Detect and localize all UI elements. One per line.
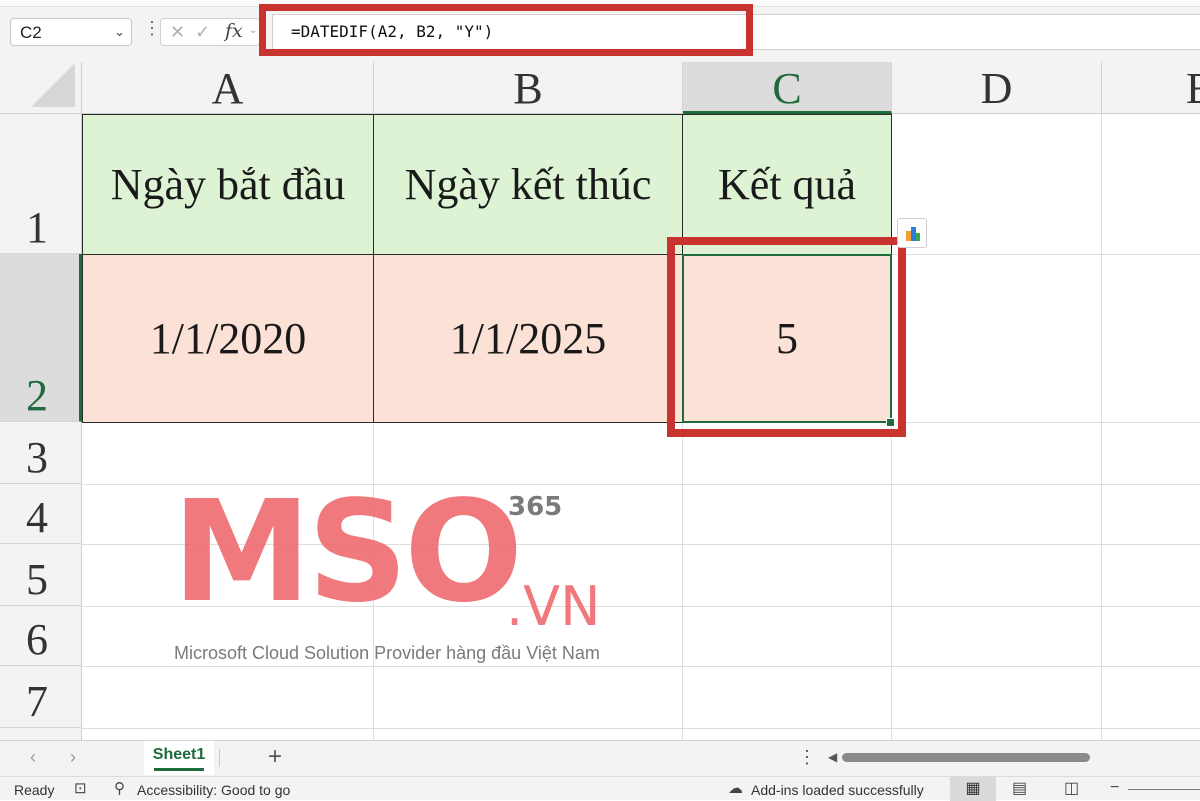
row-number: 4 bbox=[26, 493, 48, 542]
status-ready: Ready bbox=[14, 782, 55, 798]
row-number: 6 bbox=[26, 615, 48, 664]
enter-check-icon[interactable]: ✓ bbox=[195, 22, 210, 43]
row-number: 7 bbox=[26, 677, 48, 726]
row-header-1[interactable]: 1 bbox=[0, 114, 82, 254]
horizontal-scrollbar[interactable] bbox=[842, 753, 1200, 762]
select-all-triangle-icon bbox=[31, 63, 75, 107]
scroll-left-icon[interactable]: ◀ bbox=[828, 750, 837, 764]
column-header-c[interactable]: C bbox=[683, 62, 892, 114]
watermark-tagline: Microsoft Cloud Solution Provider hàng đ… bbox=[174, 643, 600, 663]
chevron-right-icon[interactable]: › bbox=[70, 747, 76, 768]
addins-icon: ☁ bbox=[728, 780, 743, 797]
row-number: 3 bbox=[26, 433, 48, 482]
watermark-logo: MSO bbox=[172, 471, 523, 634]
gridline bbox=[82, 728, 1200, 729]
row-header-5[interactable]: 5 bbox=[0, 544, 82, 606]
active-tab-indicator bbox=[154, 768, 204, 771]
gridline bbox=[82, 666, 1200, 667]
row-header-6[interactable]: 6 bbox=[0, 606, 82, 666]
row-number: 2 bbox=[26, 371, 48, 420]
column-header-d[interactable]: D bbox=[892, 62, 1102, 114]
name-box[interactable]: C2 ⌄ bbox=[10, 18, 132, 46]
gridline bbox=[1101, 114, 1102, 740]
row-header-2[interactable]: 2 bbox=[0, 254, 82, 422]
cell-a1[interactable]: Ngày bắt đầu bbox=[82, 114, 374, 255]
zoom-out-button[interactable]: − bbox=[1110, 777, 1119, 799]
addins-status: Add-ins loaded successfully bbox=[751, 782, 924, 798]
accessibility-icon[interactable]: ⚲ bbox=[114, 779, 125, 797]
tab-label: Sheet1 bbox=[152, 746, 206, 763]
watermark-domain: .VN bbox=[506, 575, 601, 638]
row-header-7[interactable]: 7 bbox=[0, 666, 82, 728]
watermark-number: 365 bbox=[508, 492, 563, 522]
divider bbox=[219, 749, 220, 767]
more-options-icon[interactable]: ⋮ bbox=[798, 747, 816, 768]
row-number: 1 bbox=[26, 203, 48, 252]
scrollbar-thumb[interactable] bbox=[842, 753, 1090, 762]
accessibility-status[interactable]: Accessibility: Good to go bbox=[137, 782, 290, 798]
cancel-icon[interactable]: ✕ bbox=[170, 22, 185, 43]
column-header-a[interactable]: A bbox=[82, 62, 374, 114]
quick-analysis-button[interactable] bbox=[897, 218, 927, 248]
formula-bar: C2 ⌄ ⋮ ✕ ✓ fx ⌄ =DATEDIF(A2, B2, "Y") bbox=[0, 0, 1200, 63]
page-break-view-button[interactable]: ◫ bbox=[1064, 777, 1079, 801]
row-header-3[interactable]: 3 bbox=[0, 422, 82, 484]
cell-c1[interactable]: Kết quả bbox=[682, 114, 892, 255]
row-number: 5 bbox=[26, 555, 48, 604]
chevron-down-icon[interactable]: ⌄ bbox=[114, 24, 125, 40]
cell-b1[interactable]: Ngày kết thúc bbox=[373, 114, 683, 255]
add-sheet-button[interactable]: + bbox=[268, 743, 282, 771]
name-box-value: C2 bbox=[20, 23, 42, 42]
sheet-tab-bar: ‹ › Sheet1 + ⋮ ◀ bbox=[0, 740, 1200, 776]
worksheet-grid[interactable]: A B C D E 1 2 3 4 5 6 7 Ngày bắt đầu Ngà… bbox=[0, 62, 1200, 740]
chevron-left-icon[interactable]: ‹ bbox=[30, 747, 36, 768]
zoom-slider[interactable] bbox=[1128, 789, 1200, 790]
page-layout-view-button[interactable]: ▤ bbox=[1012, 777, 1027, 801]
cell-b2[interactable]: 1/1/2025 bbox=[373, 254, 683, 423]
macro-recorder-icon[interactable]: ⊡ bbox=[74, 779, 87, 797]
select-all-button[interactable] bbox=[0, 62, 82, 114]
quick-analysis-icon bbox=[906, 227, 920, 241]
column-header-e[interactable]: E bbox=[1102, 62, 1200, 114]
row-header-4[interactable]: 4 bbox=[0, 484, 82, 544]
cell-a2[interactable]: 1/1/2020 bbox=[82, 254, 374, 423]
insert-function-button[interactable]: fx bbox=[225, 20, 243, 42]
row-header-8[interactable] bbox=[0, 728, 82, 740]
normal-view-button[interactable]: ▦ bbox=[950, 777, 996, 801]
formula-buttons: ✕ ✓ fx ⌄ bbox=[160, 18, 260, 46]
status-bar: Ready ⊡ ⚲ Accessibility: Good to go ☁ Ad… bbox=[0, 776, 1200, 801]
result-highlight-box bbox=[667, 237, 906, 437]
more-options-icon[interactable]: ⋮ bbox=[143, 18, 161, 39]
gridline bbox=[892, 254, 1200, 255]
tab-sheet1[interactable]: Sheet1 bbox=[144, 741, 214, 775]
formula-highlight-box bbox=[259, 4, 753, 56]
column-header-b[interactable]: B bbox=[374, 62, 683, 114]
chevron-down-icon[interactable]: ⌄ bbox=[249, 25, 257, 36]
